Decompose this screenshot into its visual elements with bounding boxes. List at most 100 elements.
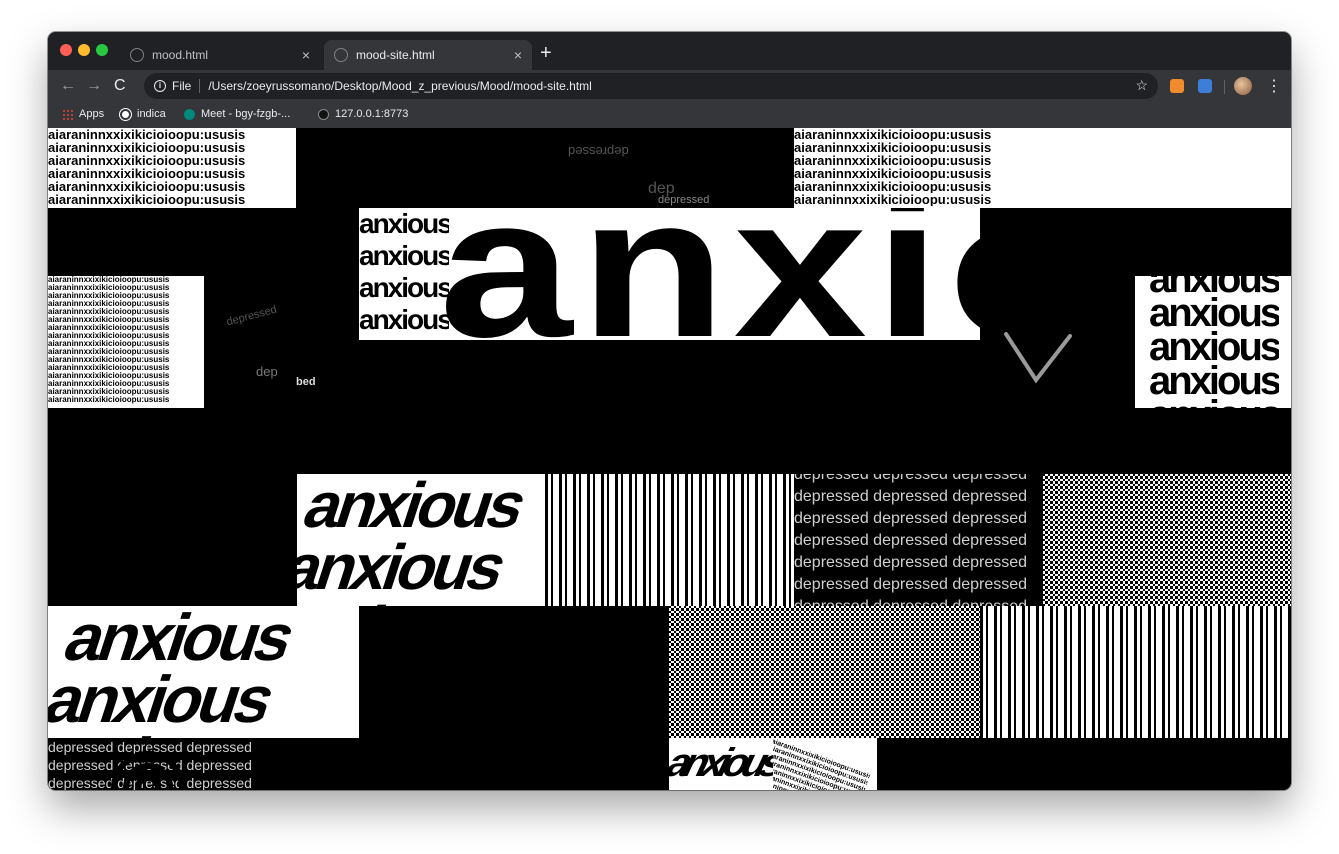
browser-window: mood.html × mood-site.html × + ← → C i F… (48, 32, 1291, 790)
anxious-banner-tile: anxious anxious anxious anxious anxious (359, 208, 980, 340)
minimize-window-button[interactable] (78, 44, 90, 56)
alphabet-line: aiaraninnxxixikicioioopu:ususis (794, 128, 992, 141)
anxious-stack: anxious anxious anxious anxious (359, 208, 449, 340)
bookmark-label: indica (137, 108, 166, 120)
anxious-word: anxious (58, 606, 300, 668)
bookmark-label: 127.0.0.1:8773 (335, 108, 409, 120)
anxious-word: anxious (48, 668, 280, 730)
alphabet-line: aiaraninnxxixikicioioopu:ususis (48, 180, 246, 193)
meet-icon (184, 108, 195, 120)
reload-button[interactable]: C (114, 76, 126, 96)
back-button[interactable]: ← (60, 76, 76, 96)
scheme-label: File (172, 79, 192, 93)
address-bar[interactable]: i File /Users/zoeyrussomano/Desktop/Mood… (144, 73, 1158, 99)
faint-depressed-tile: depressed dep bed (206, 280, 346, 408)
tab-title: mood.html (152, 48, 209, 62)
alphabet-line: aiaraninnxxixikicioioopu:ususis (794, 141, 992, 154)
page-viewport: aiaraninnxxixikicioioopu:ususis aiaranin… (48, 128, 1291, 790)
alphabet-small-tile: aiaraninnxxixikicioioopu:ususis aiaranin… (773, 738, 877, 790)
more-menu-icon[interactable]: ⋮ (1266, 76, 1282, 96)
alphabet-line: aiaraninnxxixikicioioopu:ususis (48, 332, 170, 340)
alphabet-small-tile: aiaraninnxxixikicioioopu:ususis aiaranin… (48, 276, 204, 408)
close-icon[interactable]: × (302, 47, 310, 63)
anxious-word: anxious (1149, 330, 1280, 364)
alphabet-line: aiaraninnxxixikicioioopu:ususis (794, 193, 992, 206)
forward-button[interactable]: → (86, 76, 102, 96)
anxious-skew-tile: anxious (669, 738, 773, 790)
anxious-skew-tile: anxious anxious anxious (48, 606, 359, 738)
anxious-word: anxious (1149, 398, 1279, 408)
faint-word: dep (256, 364, 278, 379)
bookmark-meet[interactable]: Meet - bgy-fzgb-... (184, 108, 290, 120)
alphabet-line: aiaraninnxxixikicioioopu:ususis (48, 324, 170, 332)
new-tab-button[interactable]: + (540, 42, 552, 64)
alphabet-line: aiaraninnxxixikicioioopu:ususis (48, 308, 170, 316)
bookmark-apps[interactable]: Apps (62, 108, 104, 120)
bookmark-indica[interactable]: indica (120, 108, 166, 120)
alphabet-line: aiaraninnxxixikicioioopu:ususis (794, 154, 992, 167)
alphabet-line: aiaraninnxxixikicioioopu:ususis (48, 167, 246, 180)
depressed-line: depressed depressed depressed (794, 596, 1043, 606)
bookmark-star-icon[interactable]: ☆ (1135, 77, 1148, 94)
tab-mood-site-html[interactable]: mood-site.html × (324, 40, 532, 70)
alphabet-line: aiaraninnxxixikicioioopu:ususis (48, 300, 170, 308)
anxious-skew-tile: anxious anxious anxious (297, 474, 545, 606)
anxious-word: anxious (297, 598, 491, 606)
extension-icon[interactable] (1198, 79, 1212, 93)
anxious-word: anxious (1149, 276, 1279, 296)
spiral-shape (111, 751, 185, 790)
depressed-line: depressed depressed depressed (794, 576, 1028, 593)
anxious-word: anxious (297, 474, 532, 536)
alphabet-line: aiaraninnxxixikicioioopu:ususis (48, 364, 170, 372)
alphabet-tile: aiaraninnxxixikicioioopu:ususis aiaranin… (48, 128, 296, 208)
alphabet-line: aiaraninnxxixikicioioopu:ususis (48, 292, 170, 300)
depressed-line: depressed depressed depressed (794, 474, 1028, 483)
info-icon[interactable]: i (154, 80, 166, 92)
alphabet-line: aiaraninnxxixikicioioopu:ususis (48, 348, 170, 356)
faint-depressed-tile: depressed dep depressed (548, 136, 788, 206)
bookmark-label: Meet - bgy-fzgb-... (201, 108, 291, 120)
bookmark-label: Apps (79, 108, 105, 120)
bookmark-localhost[interactable]: 127.0.0.1:8773 (318, 108, 408, 120)
alphabet-line: aiaraninnxxixikicioioopu:ususis (48, 372, 170, 380)
v-mark-shape (1004, 332, 1072, 384)
bookmarks-bar: Apps indica Meet - bgy-fzgb-... 127.0.0.… (48, 102, 1291, 129)
extension-icon[interactable] (1170, 79, 1184, 93)
moire-grid-tile (1043, 474, 1291, 606)
anxious-word: anxious (359, 304, 449, 335)
faint-word: depressed (225, 303, 279, 329)
apps-grid-icon (62, 108, 73, 120)
alphabet-line: aiaraninnxxixikicioioopu:ususis (794, 167, 992, 180)
tab-mood-html[interactable]: mood.html × (120, 40, 320, 70)
alphabet-line: aiaraninnxxixikicioioopu:ususis (48, 380, 170, 388)
alphabet-line: aiaraninnxxixikicioioopu:ususis (48, 128, 246, 141)
url-text[interactable]: /Users/zoeyrussomano/Desktop/Mood_z_prev… (208, 79, 592, 93)
browser-toolbar: ← → C i File /Users/zoeyrussomano/Deskto… (48, 70, 1291, 102)
alphabet-line: aiaraninnxxixikicioioopu:ususis (794, 180, 992, 193)
divider (199, 79, 201, 93)
close-icon[interactable]: × (514, 47, 522, 63)
zoom-window-button[interactable] (96, 44, 108, 56)
alphabet-line: aiaraninnxxixikicioioopu:ususis (48, 356, 170, 364)
anxious-word: anxious (1149, 296, 1280, 330)
divider (1224, 80, 1225, 94)
anxious-word: anxious (359, 208, 449, 239)
alphabet-line: aiaraninnxxixikicioioopu:ususis (48, 284, 170, 292)
anxious-large-word: anxious (439, 208, 980, 340)
depressed-text-tile: depressed depressed depressed depressed … (794, 474, 1043, 606)
alphabet-line: aiaraninnxxixikicioioopu:ususis (48, 276, 170, 284)
depressed-line: depressed depressed depressed (794, 532, 1028, 549)
anxious-word: anxious (359, 240, 449, 271)
anxious-word: anxious (359, 272, 449, 303)
anxious-vertical-tile: anxious anxious anxious anxious anxious (1135, 276, 1291, 408)
anxious-word: anxious (48, 730, 259, 738)
glitch-letters-tile (545, 474, 794, 606)
profile-avatar[interactable] (1234, 77, 1252, 95)
close-window-button[interactable] (60, 44, 72, 56)
alphabet-rotated-block: aiaraninnxxixikicioioopu:ususis aiaranin… (773, 738, 871, 790)
anxious-stack: anxious anxious anxious (48, 606, 300, 738)
glitch-letters-tile (980, 606, 1291, 738)
anxious-stack: anxious anxious anxious (297, 474, 531, 606)
moire-grid-tile (669, 606, 980, 738)
tab-title: mood-site.html (356, 48, 435, 62)
